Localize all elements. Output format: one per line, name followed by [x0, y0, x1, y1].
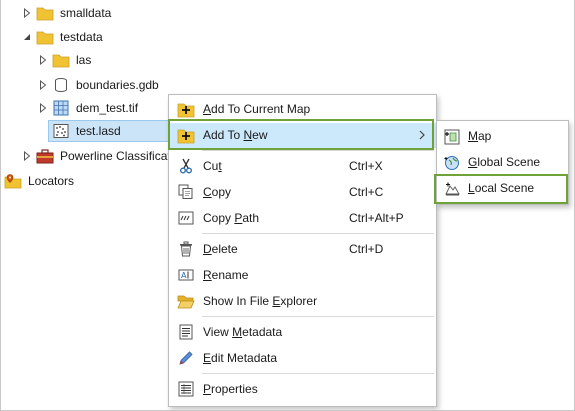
tree-item-label: testdata [60, 30, 103, 44]
menu-item-label: Cut [203, 159, 222, 173]
menu-separator [202, 233, 434, 234]
menu-item-add-to-current-map[interactable]: Add To Current Map [170, 97, 436, 122]
menu-item-label: Copy Path [203, 211, 260, 225]
expand-arrow-icon[interactable] [22, 2, 32, 24]
menu-item-add-to-new[interactable]: Add To New [170, 123, 436, 148]
menu-item-show-in-file-explorer[interactable]: Show In File Explorer [170, 289, 436, 314]
collapse-arrow-icon[interactable] [22, 26, 32, 48]
menu-item-label: Add To Current Map [203, 102, 311, 116]
submenu-item-label: Local Scene [468, 181, 535, 195]
open-folder-icon [177, 292, 195, 310]
raster-icon [52, 99, 70, 117]
submenu-item-local-scene[interactable]: Local Scene [438, 176, 568, 201]
global-scene-icon [443, 154, 461, 172]
menu-item-label: Edit Metadata [203, 351, 278, 365]
folder-icon [36, 28, 54, 46]
las-dataset-icon [52, 122, 70, 140]
expand-arrow-icon[interactable] [38, 97, 48, 119]
menu-item-label: Add To New [203, 128, 268, 142]
menu-item-label: Show In File Explorer [203, 294, 318, 308]
tree-item-dem-test-tif[interactable]: dem_test.tif [38, 97, 138, 119]
tree-item-label: Locators [28, 174, 75, 188]
menu-item-shortcut: Ctrl+C [349, 185, 384, 199]
menu-item-view-metadata[interactable]: View Metadata [170, 320, 436, 345]
menu-item-label: Properties [203, 382, 258, 396]
local-scene-icon [443, 180, 461, 198]
locators-icon [4, 172, 22, 190]
tree-item-boundaries-gdb[interactable]: boundaries.gdb [38, 74, 159, 96]
add-to-new-icon [177, 126, 195, 144]
expand-arrow-icon[interactable] [22, 145, 32, 167]
menu-item-cut[interactable]: Cut Ctrl+X [170, 154, 436, 179]
menu-item-delete[interactable]: Delete Ctrl+D [170, 237, 436, 262]
add-to-map-icon [177, 100, 195, 118]
tree-item-label: test.lasd [76, 124, 121, 138]
menu-separator [202, 150, 434, 151]
submenu-item-label: Map [468, 129, 492, 143]
tree-item-label: dem_test.tif [76, 101, 139, 115]
add-to-new-submenu: Map Global Scene Local Scene [436, 120, 569, 205]
copy-icon [177, 183, 195, 201]
menu-separator [202, 373, 434, 374]
folder-icon [36, 4, 54, 22]
menu-item-shortcut: Ctrl+X [349, 159, 383, 173]
submenu-item-label: Global Scene [468, 155, 541, 169]
tree-item-label: boundaries.gdb [76, 78, 159, 92]
chevron-right-icon [418, 129, 426, 144]
copy-path-icon [177, 209, 195, 227]
new-map-icon [443, 128, 461, 146]
menu-item-edit-metadata[interactable]: Edit Metadata [170, 346, 436, 371]
menu-item-shortcut: Ctrl+D [349, 242, 384, 256]
menu-item-properties[interactable]: Properties [170, 377, 436, 402]
submenu-item-map[interactable]: Map [438, 124, 568, 149]
menu-item-shortcut: Ctrl+Alt+P [349, 211, 404, 225]
menu-separator [202, 316, 434, 317]
tree-item-locators[interactable]: Locators [4, 170, 74, 192]
tree-item-powerline-classification[interactable]: Powerline Classificati [22, 145, 173, 167]
scissors-icon [177, 157, 195, 175]
menu-item-copy-path[interactable]: Copy Path Ctrl+Alt+P [170, 206, 436, 231]
pencil-icon [177, 349, 195, 367]
menu-item-label: Delete [203, 242, 238, 256]
expand-arrow-icon[interactable] [38, 49, 48, 71]
context-menu: Add To Current Map Add To New Cut Ctrl+X… [168, 94, 437, 407]
rename-icon: A [177, 266, 195, 284]
tree-item-test-lasd[interactable]: test.lasd [52, 120, 121, 142]
menu-item-label: Rename [203, 268, 249, 282]
tree-item-label: Powerline Classificati [60, 149, 174, 163]
tree-item-testdata[interactable]: testdata [22, 26, 103, 48]
svg-text:A: A [181, 271, 187, 280]
properties-icon [177, 380, 195, 398]
folder-icon [52, 51, 70, 69]
menu-item-label: Copy [203, 185, 232, 199]
menu-item-label: View Metadata [203, 325, 283, 339]
geodatabase-icon [52, 76, 70, 94]
trash-icon [177, 240, 195, 258]
tree-item-las[interactable]: las [38, 49, 91, 71]
view-metadata-icon [177, 323, 195, 341]
menu-item-rename[interactable]: A Rename [170, 263, 436, 288]
tree-item-smalldata[interactable]: smalldata [22, 2, 111, 24]
tree-item-label: las [76, 53, 92, 67]
tree-item-label: smalldata [60, 6, 112, 20]
submenu-item-global-scene[interactable]: Global Scene [438, 150, 568, 175]
menu-item-copy[interactable]: Copy Ctrl+C [170, 180, 436, 205]
expand-arrow-icon[interactable] [38, 74, 48, 96]
toolbox-icon [36, 147, 54, 165]
